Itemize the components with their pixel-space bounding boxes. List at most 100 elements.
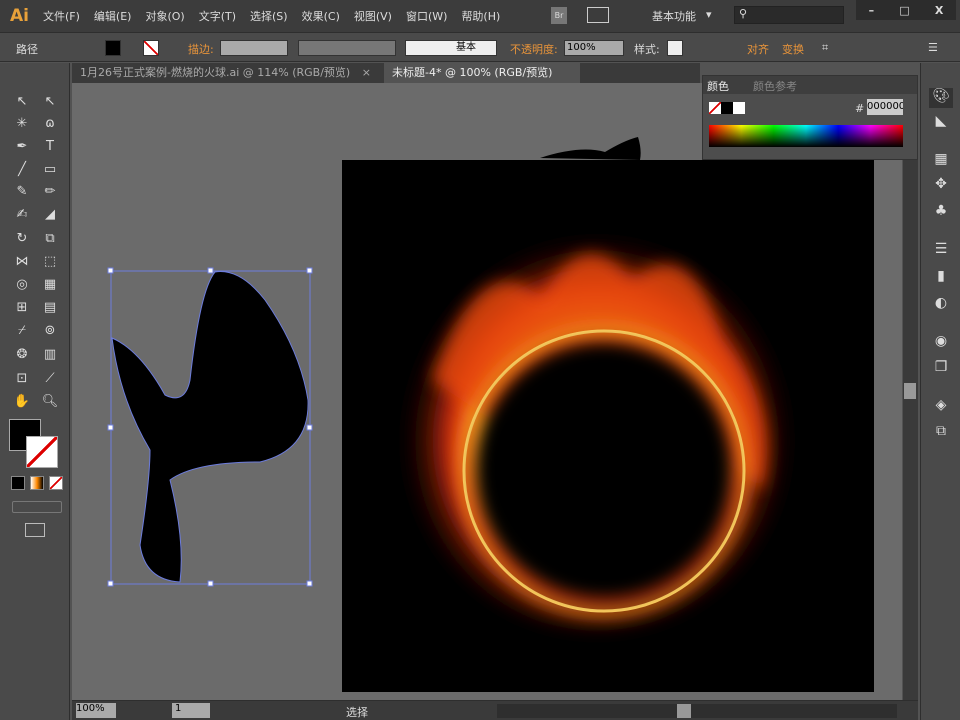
color-panel-icon[interactable]: 🎨︎ xyxy=(929,88,953,108)
layers-icon[interactable]: ◈ xyxy=(929,397,953,417)
stroke-icon[interactable]: ☰ xyxy=(929,241,953,261)
drawing-modes-icon[interactable] xyxy=(12,501,62,513)
brush-style-select[interactable]: 基本 xyxy=(405,40,497,56)
variable-width-select[interactable] xyxy=(298,40,396,56)
hand-tool-icon[interactable]: ✋ xyxy=(12,393,32,411)
transform-button[interactable]: 变换 xyxy=(782,41,804,57)
selection-tool-icon[interactable]: ↖ xyxy=(12,93,32,111)
mesh-tool-icon[interactable]: ⊞ xyxy=(12,299,32,317)
pen-tool-icon[interactable]: ✒ xyxy=(12,138,32,156)
paintbrush-icon[interactable]: ✎ xyxy=(12,183,32,201)
symbol-sprayer-icon[interactable]: ❂ xyxy=(12,346,32,364)
opacity-label[interactable]: 不透明度: xyxy=(510,41,558,57)
blend-tool-icon[interactable]: ⊚ xyxy=(40,322,60,340)
menu-object[interactable]: 对象(O) xyxy=(145,8,184,24)
panel-menu-icon[interactable]: ☰ xyxy=(928,41,938,54)
scale-tool-icon[interactable]: ⧉ xyxy=(40,230,60,248)
stroke-label[interactable]: 描边: xyxy=(188,41,214,57)
minimize-button[interactable]: – xyxy=(869,4,875,17)
workspace-switcher[interactable]: 基本功能 xyxy=(652,8,696,24)
rectangle-tool-icon[interactable]: ▭ xyxy=(40,161,60,179)
symbols-icon[interactable]: ♣ xyxy=(929,203,953,223)
none-swatch[interactable] xyxy=(709,102,721,114)
transparency-icon[interactable]: ◐ xyxy=(929,295,953,315)
color-guide-icon[interactable]: ◣ xyxy=(929,113,953,133)
graphic-styles-icon[interactable]: ❐ xyxy=(929,359,953,379)
menu-effect[interactable]: 效果(C) xyxy=(302,8,340,24)
perspective-grid-icon[interactable]: ▦ xyxy=(40,276,60,294)
color-mode-icon[interactable] xyxy=(11,476,25,490)
stroke-swatch[interactable] xyxy=(143,40,159,56)
tab-close-icon[interactable]: × xyxy=(362,66,371,79)
none-mode-icon[interactable] xyxy=(49,476,63,490)
align-button[interactable]: 对齐 xyxy=(747,41,769,57)
search-input[interactable]: ⚲ xyxy=(734,6,844,24)
width-tool-icon[interactable]: ⋈ xyxy=(12,253,32,271)
blob-brush-icon[interactable]: ✍ xyxy=(12,206,32,224)
horizontal-scrollbar[interactable] xyxy=(497,704,897,718)
tools-panel: ↖ ↖ ✳ ɷ ✒ T ╱ ▭ ✎ ✏ ✍ ◢ ↻ ⧉ ⋈ ⬚ ◎ ▦ ⊞ ▤ … xyxy=(0,63,70,720)
lasso-icon[interactable]: ɷ xyxy=(40,115,60,133)
tab-fireball-doc[interactable]: 1月26号正式案例-燃烧的火球.ai @ 114% (RGB/预览) × xyxy=(72,63,382,83)
style-label: 样式: xyxy=(634,43,660,56)
artboard-number-select[interactable]: 1 xyxy=(172,703,210,718)
zoom-select[interactable]: 100% xyxy=(76,703,116,718)
graph-tool-icon[interactable]: ▥ xyxy=(40,346,60,364)
tab-color-guide[interactable]: 颜色参考 xyxy=(753,78,797,94)
menu-bar: Ai 文件(F) 编辑(E) 对象(O) 文字(T) 选择(S) 效果(C) 视… xyxy=(0,0,960,32)
fire-ring-artwork[interactable] xyxy=(342,160,874,692)
menu-view[interactable]: 视图(V) xyxy=(354,8,392,24)
free-transform-icon[interactable]: ⬚ xyxy=(40,253,60,271)
direct-selection-tool-icon[interactable]: ↖ xyxy=(40,93,60,111)
current-tool-status[interactable]: 选择 xyxy=(346,704,368,720)
status-bar: 100% 1 选择 xyxy=(72,700,918,720)
appearance-icon[interactable]: ◉ xyxy=(929,333,953,353)
artboard[interactable] xyxy=(342,160,874,692)
screen-mode-icon[interactable] xyxy=(25,523,45,537)
fill-swatch[interactable] xyxy=(105,40,121,56)
vertical-scrollbar[interactable] xyxy=(903,83,918,700)
line-tool-icon[interactable]: ╱ xyxy=(12,161,32,179)
opacity-input[interactable]: 100% xyxy=(564,40,624,56)
color-spectrum[interactable] xyxy=(709,125,903,147)
arrange-docs-icon[interactable] xyxy=(587,7,609,23)
black-swatch[interactable] xyxy=(721,102,733,114)
shape-builder-icon[interactable]: ◎ xyxy=(12,276,32,294)
document-tabs: 1月26号正式案例-燃烧的火球.ai @ 114% (RGB/预览) × 未标题… xyxy=(72,63,700,99)
type-tool-icon[interactable]: T xyxy=(40,138,60,156)
menu-edit[interactable]: 编辑(E) xyxy=(94,8,132,24)
isolate-icon[interactable]: ⌗ xyxy=(822,41,828,55)
swatches-icon[interactable]: ▦ xyxy=(929,151,953,171)
hex-input[interactable]: 000000 xyxy=(867,99,903,115)
bridge-button[interactable]: Br xyxy=(551,7,567,24)
menu-window[interactable]: 窗口(W) xyxy=(406,8,447,24)
artboard-tool-icon[interactable]: ⊡ xyxy=(12,370,32,388)
magic-wand-icon[interactable]: ✳ xyxy=(12,115,32,133)
stroke-weight-input[interactable] xyxy=(220,40,288,56)
menu-select[interactable]: 选择(S) xyxy=(250,8,288,24)
menu-help[interactable]: 帮助(H) xyxy=(461,8,500,24)
menu-type[interactable]: 文字(T) xyxy=(199,8,236,24)
brushes-icon[interactable]: ✥ xyxy=(929,176,953,196)
vertical-scroll-thumb[interactable] xyxy=(904,383,916,399)
menu-file[interactable]: 文件(F) xyxy=(43,8,80,24)
gradient-tool-icon[interactable]: ▤ xyxy=(40,299,60,317)
eraser-icon[interactable]: ◢ xyxy=(40,206,60,224)
rotate-tool-icon[interactable]: ↻ xyxy=(12,230,32,248)
pencil-icon[interactable]: ✏ xyxy=(40,183,60,201)
maximize-button[interactable]: □ xyxy=(899,4,909,17)
tab-color[interactable]: 颜色 xyxy=(707,78,729,94)
graphic-style-swatch[interactable] xyxy=(667,40,683,56)
gradient-mode-icon[interactable] xyxy=(30,476,44,490)
horizontal-scroll-thumb[interactable] xyxy=(677,704,691,718)
eyedropper-icon[interactable]: ⌿ xyxy=(12,322,32,340)
tab-untitled-4[interactable]: 未标题-4* @ 100% (RGB/预览) × xyxy=(384,63,580,99)
close-button[interactable]: X xyxy=(935,4,943,17)
slice-tool-icon[interactable]: ⟋ xyxy=(40,370,60,388)
zoom-tool-icon[interactable]: 🔍︎ xyxy=(40,393,60,411)
panel-dock: 🎨︎ ◣ ▦ ✥ ♣ ☰ ▮ ◐ ◉ ❐ ◈ ⧉ xyxy=(920,63,960,720)
white-swatch[interactable] xyxy=(733,102,745,114)
stroke-color-swatch[interactable] xyxy=(26,436,58,468)
gradient-icon[interactable]: ▮ xyxy=(929,268,953,288)
artboards-icon[interactable]: ⧉ xyxy=(929,423,953,443)
